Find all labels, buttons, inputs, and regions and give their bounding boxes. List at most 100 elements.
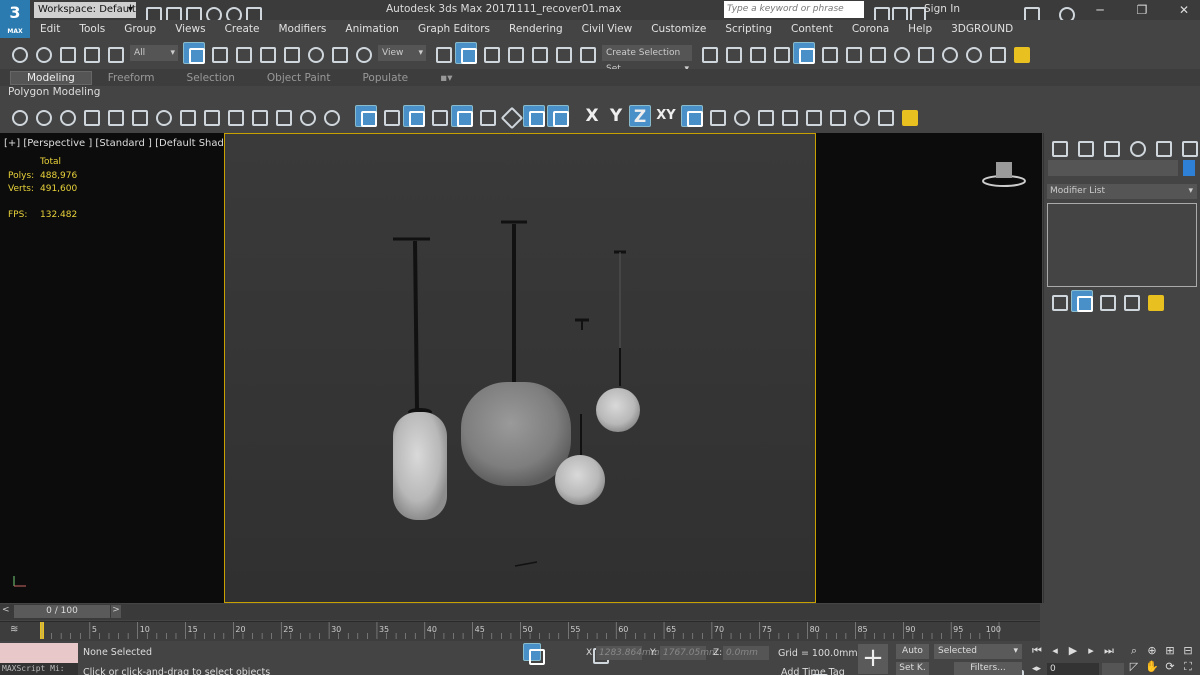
binoculars-icon[interactable] bbox=[869, 2, 890, 23]
redo-icon[interactable] bbox=[31, 42, 53, 64]
add-time-tag-button[interactable]: Add Time Tag bbox=[781, 667, 845, 675]
paint-icon[interactable] bbox=[451, 105, 473, 127]
axis-constraint-icon[interactable] bbox=[547, 105, 569, 127]
loop-icon[interactable] bbox=[151, 105, 173, 127]
prev-frame-icon[interactable]: ◂ bbox=[1046, 644, 1064, 658]
paste-icon[interactable] bbox=[475, 105, 497, 127]
menu-scripting[interactable]: Scripting bbox=[715, 23, 781, 35]
ribbon-tab-object-paint[interactable]: Object Paint bbox=[251, 72, 347, 84]
object-color-swatch[interactable] bbox=[1183, 160, 1195, 176]
viewport-label[interactable]: [+] [Perspective ] [Standard ] [Default … bbox=[4, 138, 246, 149]
layer-explorer-icon[interactable] bbox=[745, 42, 767, 64]
bottle-icon[interactable] bbox=[127, 105, 149, 127]
edit-named-sel-icon[interactable] bbox=[575, 42, 597, 64]
track-ruler[interactable]: 5 10 15 20 25 30 35 40 45 50 55 60 65 70 75 80 85 90 95 100 bbox=[40, 622, 1005, 640]
pivot-icon[interactable] bbox=[431, 42, 453, 64]
star-icon[interactable] bbox=[905, 2, 926, 23]
auto-key-button[interactable]: Auto bbox=[896, 644, 929, 659]
menu-civil-view[interactable]: Civil View bbox=[572, 23, 642, 35]
exchange-icon[interactable] bbox=[1019, 2, 1040, 23]
current-frame-field[interactable]: 0 bbox=[1047, 663, 1099, 675]
ribbon-tab-modeling[interactable]: Modeling bbox=[10, 70, 92, 85]
zoom-all-icon[interactable]: ⊕ bbox=[1143, 644, 1161, 660]
rotate-icon[interactable] bbox=[303, 42, 325, 64]
make-unique-icon[interactable] bbox=[1095, 290, 1117, 312]
perspective-viewport[interactable] bbox=[224, 133, 816, 603]
camera-icon[interactable] bbox=[753, 105, 775, 127]
time-slider-thumb[interactable]: 0 / 100 bbox=[14, 605, 110, 618]
scene-explorer-icon[interactable] bbox=[793, 42, 815, 64]
maxscript-listener[interactable] bbox=[0, 643, 78, 663]
menu-3dground[interactable]: 3DGROUND bbox=[941, 23, 1022, 35]
constraint-z-button[interactable]: Z bbox=[629, 105, 651, 127]
viewport-dark-right[interactable] bbox=[816, 133, 1042, 603]
sign-in-link[interactable]: Sign In bbox=[924, 3, 960, 15]
time-next-icon[interactable]: > bbox=[111, 605, 121, 618]
motion-tab-icon[interactable] bbox=[1125, 136, 1149, 158]
mirror-icon[interactable] bbox=[697, 42, 719, 64]
undo-icon[interactable] bbox=[201, 2, 222, 23]
key-icon[interactable] bbox=[887, 2, 908, 23]
menu-views[interactable]: Views bbox=[165, 23, 214, 35]
menu-rendering[interactable]: Rendering bbox=[499, 23, 572, 35]
curve-editor-mini-icon[interactable]: ≋ bbox=[10, 624, 18, 635]
select-manipulate-icon[interactable] bbox=[455, 42, 477, 64]
select-region-icon[interactable] bbox=[403, 105, 425, 127]
reference-coord-dropdown[interactable]: View bbox=[378, 45, 426, 61]
time-slider-track[interactable] bbox=[0, 604, 1040, 620]
viewport-dark-left[interactable] bbox=[0, 133, 224, 603]
ribbon-tab-freeform[interactable]: Freeform bbox=[92, 72, 171, 84]
curve-editor-icon[interactable] bbox=[817, 42, 839, 64]
particle-icon[interactable] bbox=[79, 105, 101, 127]
rendered-frame-icon[interactable] bbox=[913, 42, 935, 64]
spinner-snap-icon[interactable] bbox=[551, 42, 573, 64]
select-by-name-icon[interactable] bbox=[207, 42, 229, 64]
grid-snap-icon[interactable] bbox=[355, 105, 377, 127]
render-setup-icon[interactable] bbox=[889, 42, 911, 64]
window-crossing-icon[interactable] bbox=[255, 42, 277, 64]
grid-object-icon[interactable] bbox=[199, 105, 221, 127]
constraint-xy-button[interactable]: XY bbox=[653, 105, 679, 127]
x-field[interactable]: 1283.864mm bbox=[596, 646, 659, 660]
eye-icon[interactable] bbox=[295, 105, 317, 127]
bind-spacewarp-icon[interactable] bbox=[103, 42, 125, 64]
panel-icon[interactable] bbox=[223, 105, 245, 127]
go-end-icon[interactable]: ⏭ bbox=[1100, 644, 1118, 658]
toggle-ribbon-icon[interactable] bbox=[769, 42, 791, 64]
render-iterative-icon[interactable] bbox=[961, 42, 983, 64]
object-name-field[interactable] bbox=[1048, 160, 1178, 176]
app-logo[interactable]: 3 MAX bbox=[0, 0, 30, 38]
open-file-icon[interactable] bbox=[161, 2, 182, 23]
save-file-icon[interactable] bbox=[181, 2, 202, 23]
constraint-x-button[interactable]: X bbox=[581, 105, 603, 127]
restore-button[interactable]: ❐ bbox=[1128, 0, 1156, 20]
list-icon[interactable] bbox=[103, 105, 125, 127]
material-editor-icon[interactable] bbox=[865, 42, 887, 64]
remove-modifier-icon[interactable] bbox=[1119, 290, 1141, 312]
menu-group[interactable]: Group bbox=[114, 23, 165, 35]
scale-icon[interactable] bbox=[327, 42, 349, 64]
orbit-icon[interactable]: ⟳ bbox=[1161, 660, 1179, 675]
zoom-icon[interactable]: ⌕ bbox=[1125, 644, 1143, 660]
move-icon[interactable] bbox=[279, 42, 301, 64]
box-icon[interactable] bbox=[271, 105, 293, 127]
redo-icon[interactable] bbox=[221, 2, 242, 23]
hat-icon[interactable] bbox=[825, 105, 847, 127]
project-icon[interactable] bbox=[241, 2, 262, 23]
render-cloud-icon[interactable] bbox=[1009, 42, 1031, 64]
pin-icon[interactable] bbox=[379, 105, 401, 127]
zoom-extents-icon[interactable]: ⊞ bbox=[1161, 644, 1179, 660]
menu-customize[interactable]: Customize bbox=[641, 23, 715, 35]
maxscript-mini[interactable]: MAXScript Mi: bbox=[0, 663, 78, 675]
modifier-stack[interactable] bbox=[1047, 203, 1197, 287]
ribbon-tab-selection[interactable]: Selection bbox=[171, 72, 251, 84]
next-frame-icon[interactable]: ▸ bbox=[1082, 644, 1100, 658]
link-icon[interactable] bbox=[55, 42, 77, 64]
frame-icon[interactable] bbox=[175, 105, 197, 127]
align-icon[interactable] bbox=[721, 42, 743, 64]
show-end-result-icon[interactable] bbox=[1071, 290, 1093, 312]
set-key-button[interactable]: Set K. bbox=[896, 662, 929, 675]
angle-icon[interactable] bbox=[499, 105, 521, 127]
viewcube-icon[interactable] bbox=[982, 160, 1026, 188]
sun-icon[interactable] bbox=[31, 105, 53, 127]
